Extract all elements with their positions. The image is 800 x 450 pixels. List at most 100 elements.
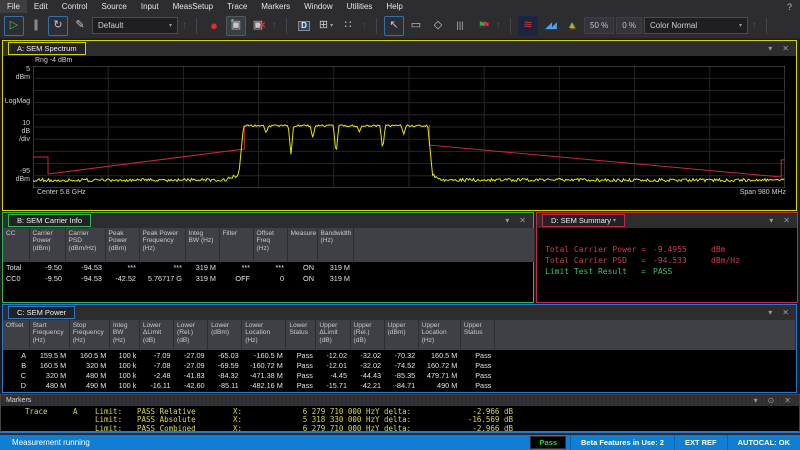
- close-icon[interactable]: ✕: [778, 308, 793, 317]
- menu-item-control[interactable]: Control: [55, 0, 95, 13]
- minimize-icon[interactable]: ▾: [501, 216, 513, 225]
- transparency-value[interactable]: 50 %: [584, 17, 615, 34]
- hardware-connect-button[interactable]: ▣: [226, 15, 246, 36]
- menu-item-input[interactable]: Input: [134, 0, 166, 13]
- marker-field: [73, 416, 95, 424]
- spectrogram-button[interactable]: ≋: [518, 15, 538, 36]
- status-item: EXT REF: [673, 435, 727, 450]
- span-label: Span 980 MHz: [739, 189, 786, 196]
- cell: [494, 360, 795, 370]
- column-header: Carrier PSD (dBm/Hz): [65, 228, 106, 262]
- close-icon[interactable]: ✕: [780, 396, 795, 405]
- cell: 159.5 M: [39, 350, 67, 360]
- column-header: [353, 228, 535, 262]
- cell: -70.32: [394, 350, 416, 360]
- panel-d-title-tab[interactable]: D: SEM Summary ▾: [542, 214, 626, 227]
- cell: -27.09: [183, 350, 205, 360]
- record-icon: ●: [210, 18, 218, 33]
- menu-item-source[interactable]: Source: [94, 0, 133, 13]
- summary-label: Total Carrier PSD: [545, 256, 627, 265]
- cell: Total: [6, 263, 22, 272]
- help-icon[interactable]: ?: [787, 2, 792, 12]
- close-icon[interactable]: ✕: [779, 216, 794, 225]
- summary-body: Total Carrier Power = -9.4955 dBm Total Carr…: [537, 228, 797, 301]
- cell: -15.71: [326, 380, 348, 390]
- minimize-icon[interactable]: ▾: [764, 44, 776, 53]
- hardware-disconnect-button[interactable]: ▣ ✕: [248, 16, 268, 36]
- column-header: Bandwidth (Hz): [317, 228, 354, 262]
- cell: D: [20, 380, 27, 390]
- pause-icon: ∥: [33, 19, 39, 31]
- marker-field: 6 279 710 000 Hz: [302, 423, 375, 433]
- pause-button[interactable]: ∥: [26, 16, 46, 36]
- layout-grid-button[interactable]: ⊞ ▾: [316, 16, 336, 36]
- menu-items: File Edit Control Source Input MeasSetup Trace…: [0, 0, 410, 13]
- marker-field: Y delta:: [375, 423, 412, 433]
- preset-dropdown[interactable]: Default ▾: [92, 17, 178, 34]
- marker-field: -2.966 dB: [472, 423, 513, 433]
- column-header: Peak Power Frequency (Hz): [139, 228, 186, 262]
- minimize-icon[interactable]: ▾: [750, 396, 762, 405]
- cell: 320 M: [45, 370, 67, 380]
- cumulative-history-button[interactable]: ▲: [562, 16, 582, 36]
- menu-item-trace[interactable]: Trace: [220, 0, 254, 13]
- layout-grid-icon: ⊞: [318, 19, 329, 31]
- cell: -4.45: [330, 370, 348, 380]
- table-row: A 159.5 M 160.5 M 100 k -7.09 -27.09 -65.03 -16…: [3, 350, 796, 360]
- cell: -42.60: [183, 380, 205, 390]
- digital-demod-button[interactable]: D: [294, 16, 314, 36]
- cursor-select-button[interactable]: ↖: [384, 15, 404, 36]
- cell: ON: [303, 263, 314, 272]
- close-icon[interactable]: ✕: [515, 216, 530, 225]
- cell: -44.43: [360, 370, 382, 380]
- minimize-icon[interactable]: ▾: [765, 216, 777, 225]
- status-item: Beta Features in Use: 2: [570, 435, 674, 450]
- zoom-select-button[interactable]: ▭: [406, 16, 426, 36]
- cell: -32.02: [360, 360, 382, 370]
- menu-item-utilities[interactable]: Utilities: [340, 0, 380, 13]
- panel-c-title-tab[interactable]: C: SEM Power: [8, 306, 76, 319]
- table-row: D 480 M 490 M 100 k -16.11 -42.60 -85.11 -482.1…: [3, 380, 796, 390]
- cell: Pass: [296, 360, 313, 370]
- summary-line: Limit Test Result = PASS: [545, 266, 797, 277]
- cell: CC0: [6, 274, 21, 283]
- record-button[interactable]: ●: [204, 16, 224, 36]
- rotation-value[interactable]: 0 %: [616, 17, 643, 34]
- cell: -94.53: [81, 274, 102, 283]
- menu-item-markers[interactable]: Markers: [254, 0, 297, 13]
- cell: -65.03: [218, 350, 239, 360]
- display-lines-icon: |||: [456, 20, 464, 30]
- color-dropdown[interactable]: Color Normal ▾: [644, 17, 749, 34]
- spectrum-plot[interactable]: [33, 66, 785, 188]
- menu-item-help[interactable]: Help: [379, 0, 409, 13]
- sweep-config-button[interactable]: ✎: [70, 16, 90, 36]
- marker-flags-button[interactable]: ⚑ ⚑: [472, 16, 492, 36]
- restart-button[interactable]: ↻: [48, 15, 68, 36]
- pin-icon[interactable]: ⊙: [764, 396, 779, 405]
- panel-c-title-bar: C: SEM Power ▾ ✕: [3, 305, 796, 320]
- minimize-icon[interactable]: ▾: [764, 308, 776, 317]
- menu-item-meassetup[interactable]: MeasSetup: [166, 0, 220, 13]
- cell: C: [20, 370, 27, 380]
- node-graph-button[interactable]: ∷: [338, 16, 358, 36]
- menu-item-file[interactable]: File: [0, 0, 27, 13]
- summary-label: Limit Test Result: [545, 267, 627, 276]
- panel-b-title-tab[interactable]: B: SEM Carrier Info: [8, 214, 92, 227]
- cell: Pass: [475, 350, 492, 360]
- display-lines-button[interactable]: |||: [450, 16, 470, 36]
- panel-a-title-tab[interactable]: A: SEM Spectrum: [8, 42, 86, 55]
- cell: Pass: [475, 360, 492, 370]
- play-button[interactable]: ▷: [4, 15, 24, 36]
- histogram-button[interactable]: ◢◢: [540, 16, 560, 36]
- chevron-down-icon[interactable]: ▾: [613, 217, 616, 224]
- vsa-application-window: File Edit Control Source Input MeasSetup Trace…: [0, 0, 800, 450]
- close-icon[interactable]: ✕: [778, 44, 793, 53]
- disconnect-x-icon: ✕: [258, 19, 266, 30]
- cell: 100 k: [118, 350, 137, 360]
- cell: 319 M: [329, 274, 350, 283]
- menu-item-window[interactable]: Window: [297, 0, 339, 13]
- marker-diamond-button[interactable]: ◇: [428, 16, 448, 36]
- menu-item-edit[interactable]: Edit: [27, 0, 55, 13]
- y-axis-bottom-label: -95: [19, 168, 30, 175]
- chevron-down-icon: ▾: [739, 23, 743, 29]
